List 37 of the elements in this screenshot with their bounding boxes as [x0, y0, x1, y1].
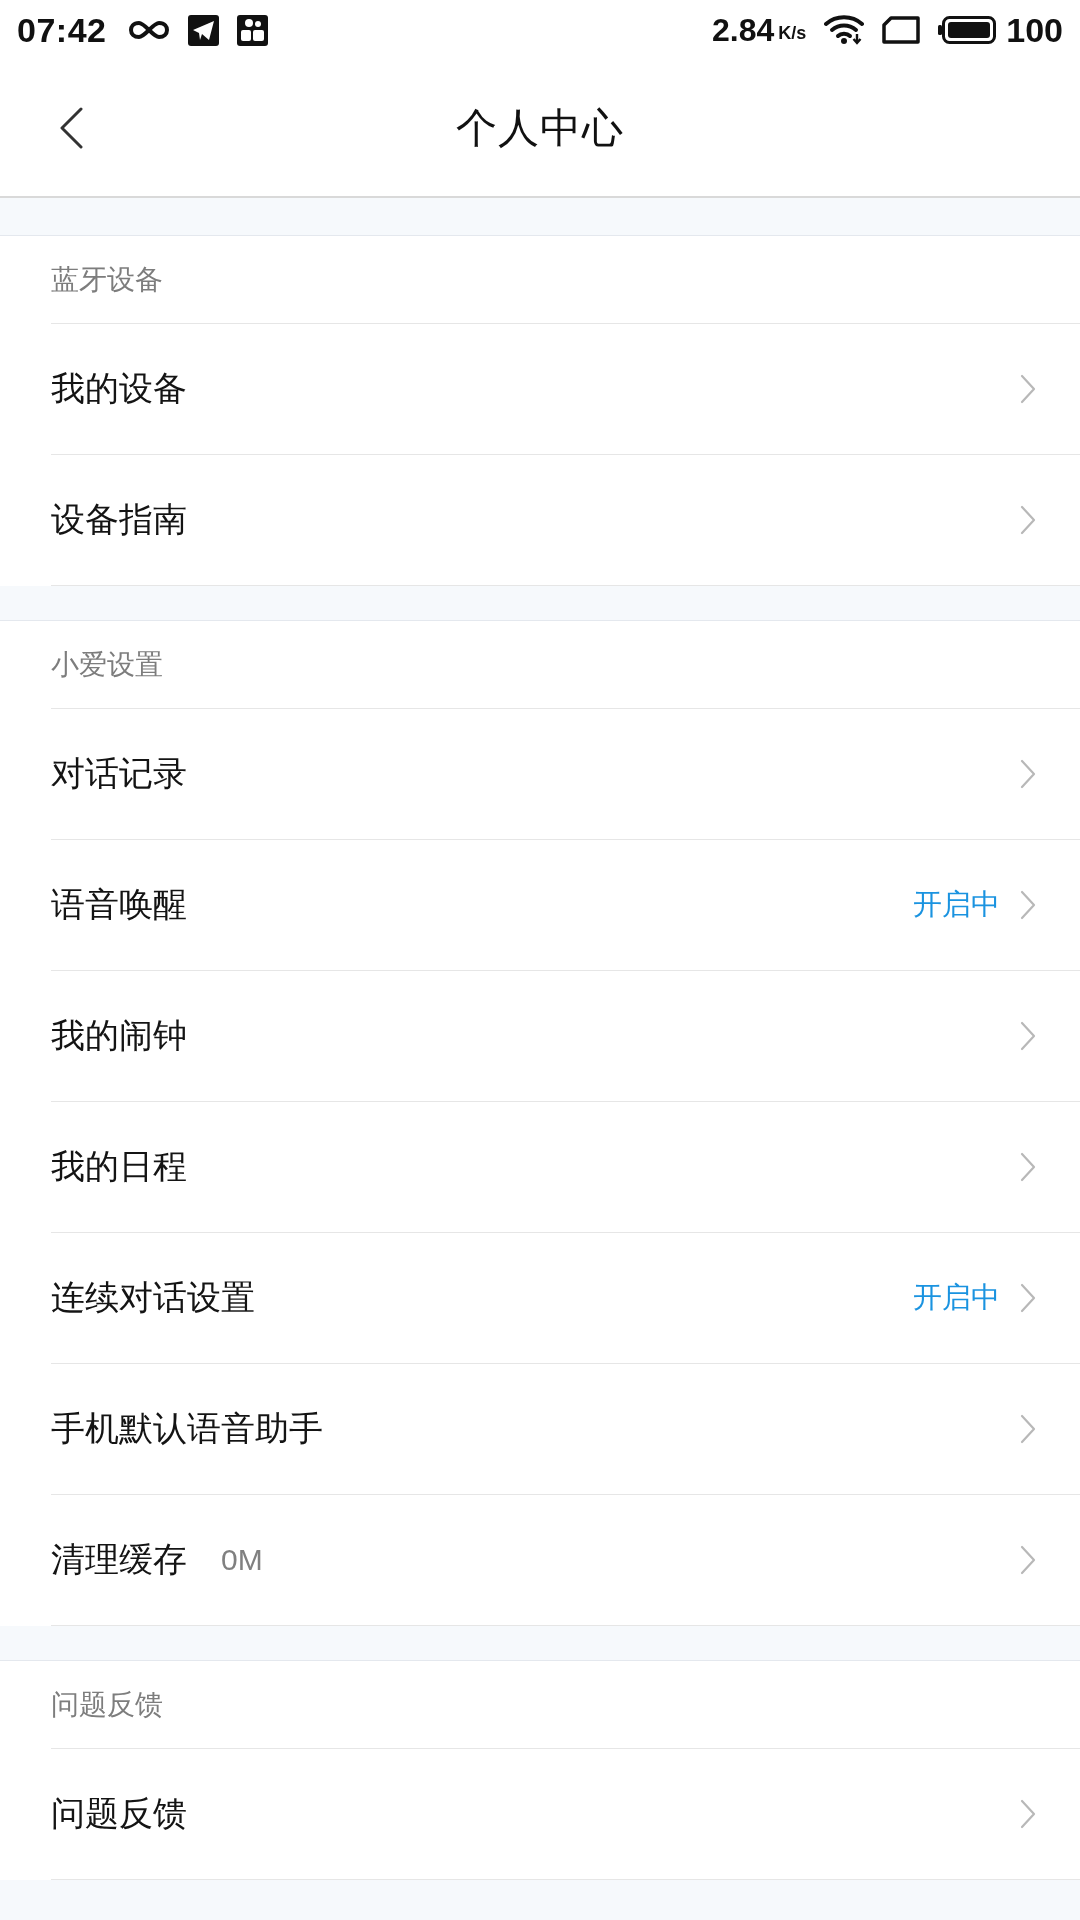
status-text: 开启中 — [913, 1280, 1000, 1315]
menu-item[interactable]: 我的设备 — [51, 366, 187, 412]
chevron-right-icon — [1020, 374, 1036, 404]
status-text: 开启中 — [913, 887, 1000, 922]
chevron-right-icon — [1020, 1414, 1036, 1444]
chevron-right-icon — [1020, 1152, 1036, 1182]
status-time: 07:42 — [17, 10, 107, 50]
menu-item[interactable]: 清理缓存 — [51, 1537, 187, 1583]
menu-item[interactable]: 对话记录 — [51, 751, 187, 797]
menu-item[interactable]: 我的日程 — [51, 1144, 187, 1190]
menu-item[interactable]: 我的闹钟 — [51, 1013, 187, 1059]
sim-card-icon — [882, 16, 921, 44]
chevron-right-icon — [1020, 1021, 1036, 1051]
page-title: 个人中心 — [456, 103, 624, 153]
menu-item[interactable]: 问题反馈 — [51, 1791, 187, 1837]
wifi-icon — [824, 14, 865, 46]
section-title: 问题反馈 — [51, 1687, 163, 1722]
section-title: 蓝牙设备 — [51, 262, 163, 297]
battery-level: 100 — [1006, 10, 1063, 50]
chevron-right-icon — [1020, 505, 1036, 535]
speed-unit: K/s — [778, 22, 807, 44]
section-title: 小爱设置 — [51, 647, 163, 682]
network-speed: 2.84 — [711, 11, 775, 49]
paper-plane-icon — [188, 14, 220, 46]
menu-item[interactable]: 连续对话设置 — [51, 1275, 255, 1321]
chevron-right-icon — [1020, 890, 1036, 920]
infinity-icon — [128, 19, 171, 41]
chevron-right-icon — [1020, 1545, 1036, 1575]
menu-item[interactable]: 设备指南 — [51, 497, 187, 543]
chevron-right-icon — [1020, 759, 1036, 789]
menu-item[interactable]: 手机默认语音助手 — [51, 1406, 323, 1452]
chevron-right-icon — [1020, 1283, 1036, 1313]
chevron-right-icon — [1020, 1799, 1036, 1829]
menu-item[interactable]: 语音唤醒 — [51, 882, 187, 928]
app-icon — [237, 14, 269, 46]
cache-size-text: 0M — [221, 1543, 263, 1577]
battery-icon — [938, 16, 997, 44]
